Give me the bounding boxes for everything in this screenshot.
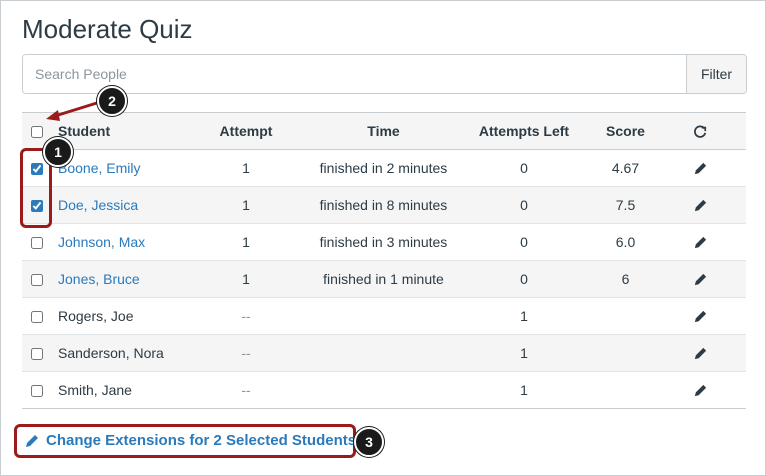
callout-arrow <box>46 100 101 121</box>
callout-1: 1 <box>43 137 73 167</box>
callout-2: 2 <box>97 86 127 116</box>
callout-3: 3 <box>354 427 384 457</box>
